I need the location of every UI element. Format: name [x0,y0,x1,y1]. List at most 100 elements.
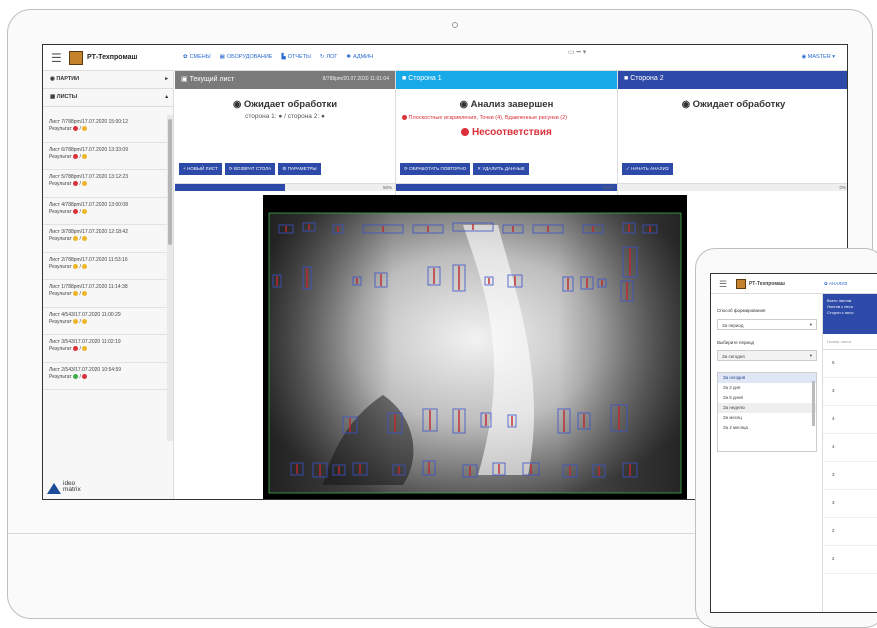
sheet-title: Лист 3/788pm/17.07.2020 12:18:42 [49,229,128,235]
sheet-title: Лист 5/788pm/17.07.2020 13:12:23 [49,174,128,180]
sheet-scan-image[interactable] [263,195,687,499]
hamburger-menu-icon[interactable]: ☰ [719,279,727,290]
nav-item-0[interactable]: ✿ смены [183,54,211,60]
current-sheet-timestamp: 8/788pm/20.07.2020 11:01:04 [322,76,389,82]
nav-label: лог [326,54,338,60]
table-row[interactable]: 2 [823,518,877,546]
current-button-1[interactable]: ⟳ возврат стола [224,163,276,175]
app-name: РТ-Техпромаш [87,54,138,61]
sheet-title: Лист 2/788pm/17.07.2020 11:53:16 [49,256,128,263]
side1-status-text: Анализ завершен [470,99,554,110]
side1-buttons: ⟳ обработать повторно ✕ удалить данные [400,163,529,175]
table-row[interactable]: 5 [823,350,877,378]
side1-panel: ■ Сторона 1 ◉ Анализ завершен Плоскостны… [396,71,618,197]
sheet-title: Лист 4/788pm/17.07.2020 13:00:08 [49,201,128,208]
table-row[interactable]: 2 [823,546,877,574]
user-menu[interactable]: ◉ MASTER ▾ [801,54,835,60]
nav-label: отчеты [287,54,311,60]
sheet-title: Лист 2/543/17.07.2020 10:54:59 [49,366,122,373]
side2-status-dot [82,181,88,187]
side2-panel: ■ Сторона 2 ◉ Ожидает обработку ✓ начать… [618,71,847,197]
nav-item-1[interactable]: ▦ оборудование [220,54,273,60]
tablet-analysis-link[interactable]: ✿ АНАЛИЗ [824,281,847,287]
tablet-app-name: РТ-Техпромаш [749,281,785,287]
sidebar-scroll-thumb[interactable] [168,119,172,245]
tablet-filter-panel: Способ формирования За период ▾ Выберите … [711,294,823,612]
side1-header: ■ Сторона 1 [396,71,617,89]
current-button-2[interactable]: ⚙ параметры [278,163,321,175]
method-select[interactable]: За период ▾ [717,319,817,330]
sheet-list-item[interactable]: Лист 3/788pm/17.07.2020 12:18:42 Результа… [43,225,167,253]
chevron-right-icon: ▸ [165,76,168,82]
side2-button-0[interactable]: ✓ начать анализ [622,163,673,175]
nav-icon: ↻ [319,54,325,60]
sheets-label: ЛИСТЫ [56,94,78,100]
nav-item-2[interactable]: ▙ отчеты [281,54,310,60]
nav-item-3[interactable]: ↻ лог [320,54,337,60]
error-icon [461,128,470,137]
sheet-list-item[interactable]: Лист 4/788pm/17.07.2020 13:00:08 Результа… [43,198,167,225]
sheet-list-item[interactable]: Лист 5/788pm/17.07.2020 13:12:23 Результа… [43,170,167,198]
nav-icon: ✿ [183,54,188,60]
sheet-title: Лист 4/543/17.07.2020 11:00:29 [49,311,121,318]
period-option[interactable]: За 2 месяца [718,423,816,433]
camera-icon [452,22,458,28]
dropdown-scrollbar[interactable] [812,381,815,426]
nav-item-4[interactable]: ✱ админ [346,54,373,60]
period-select[interactable]: За сегодня ▾ [717,350,817,361]
side2-status-dot [82,263,88,269]
app-logo-icon [736,279,746,289]
period-option[interactable]: За неделю [718,403,816,413]
period-option[interactable]: За 2 дня [718,383,816,393]
batches-section[interactable]: ◉ ПАРТИИ ▸ [43,71,173,89]
videomatrix-logo-icon [47,483,61,494]
period-option[interactable]: За месяц [718,413,816,423]
batches-label: ПАРТИИ [56,76,80,82]
method-label: Способ формирования [717,308,766,313]
sheet-title: Лист 7/788pm/17.07.2020 15:00:12 [49,119,128,125]
sheet-list-item[interactable]: Лист 6/788pm/17.07.2020 13:33:09 Результа… [43,143,167,170]
current-sheet-panel: ▣ Текущий лист 8/788pm/20.07.2020 11:01:0… [175,71,396,197]
nav-icon: ▙ [281,54,286,60]
current-sides-status: сторона 1: ● / сторона 2: ● [245,113,325,120]
period-option[interactable]: За 5 дней [718,393,816,403]
table-row[interactable]: 3 [823,462,877,490]
table-row[interactable]: 3 [823,490,877,518]
current-button-0[interactable]: + новый лист [179,163,222,175]
side2-status-dot [82,346,88,352]
hamburger-menu-icon[interactable]: ☰ [51,52,62,64]
scan-svg [268,212,682,494]
side2-status-dot [82,208,88,214]
sheet-list-item[interactable]: Лист 3/543/17.07.2020 11:02:19 Результат … [43,335,167,363]
sheet-list-item[interactable]: Лист 7/788pm/17.07.2020 15:00:12 Результа… [43,115,167,143]
side1-nonconformity: Несоответствия [396,127,617,138]
side2-status-dot [82,153,88,159]
sheet-list-item[interactable]: Лист 2/543/17.07.2020 10:54:59 Результат … [43,363,167,390]
current-sheet-title: Текущий лист [189,76,235,83]
sheet-result: Результат / [49,346,161,353]
side1-progress-bar: 100% [396,183,617,191]
side2-status: ◉ Ожидает обработку [681,99,786,110]
side1-button-1[interactable]: ✕ удалить данные [473,163,529,175]
current-progress-bar: 50% [175,183,395,191]
current-progress-fill [175,184,285,191]
side1-button-0[interactable]: ⟳ обработать повторно [400,163,471,175]
side2-title: Сторона 2 [630,75,664,82]
table-row[interactable]: 3 [823,378,877,406]
sheet-list-item[interactable]: Лист 1/788pm/17.07.2020 11:14:38 Результа… [43,280,167,308]
brand-text: ideo matrix [63,480,81,493]
sheet-result-label: Результат [49,153,74,160]
side2-status-dot [82,236,88,242]
sheet-list-item[interactable]: Лист 4/543/17.07.2020 11:00:29 Результат … [43,308,167,335]
sheet-list-item[interactable]: Лист 2/788pm/17.07.2020 11:53:16 Результа… [43,253,167,280]
sheet-result-label: Результат [49,208,74,215]
nav-label: оборудование [226,54,273,60]
sheet-title: Лист 3/543/17.07.2020 11:02:19 [49,339,121,345]
sheet-result-label: Результат [49,181,74,187]
table-row[interactable]: 4 [823,434,877,462]
period-option[interactable]: За сегодня [718,373,816,383]
sheet-result: Результат / [49,154,161,161]
table-row[interactable]: 4 [823,406,877,434]
sheets-section[interactable]: ▦ ЛИСТЫ ▴ [43,89,173,107]
current-sheet-header: ▣ Текущий лист 8/788pm/20.07.2020 11:01:0… [175,71,395,89]
